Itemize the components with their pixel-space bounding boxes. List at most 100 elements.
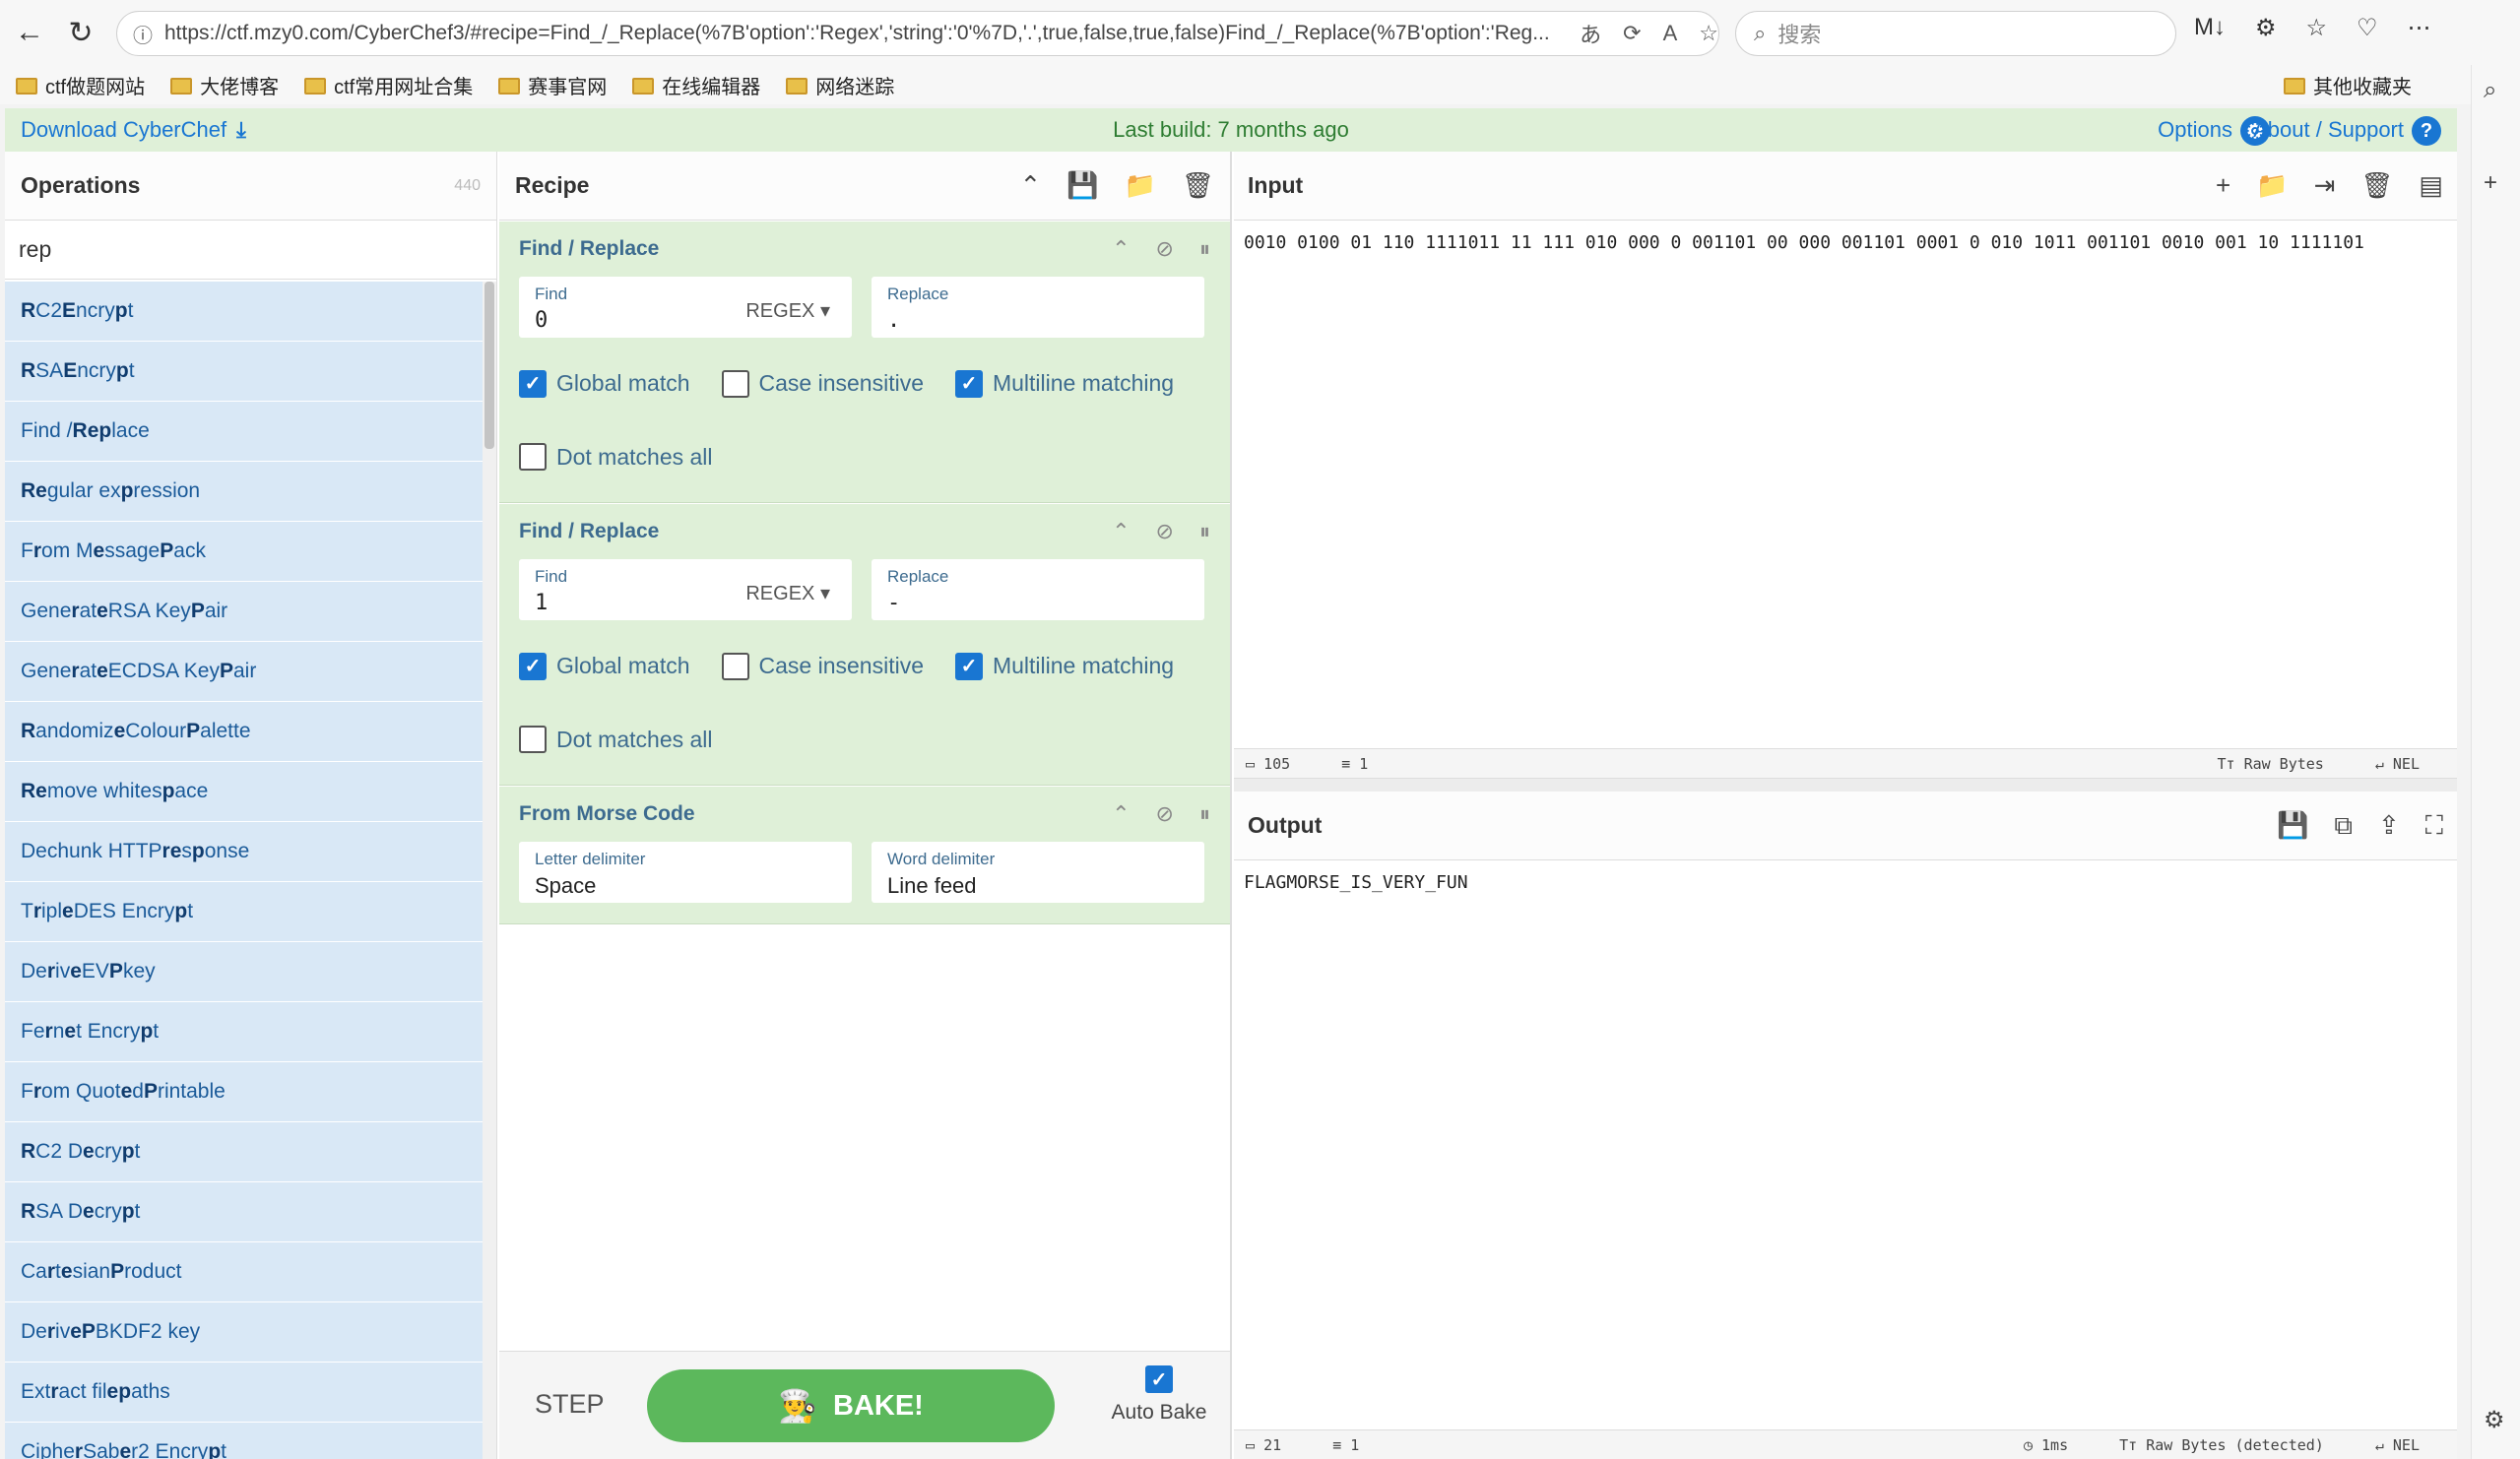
operation-item[interactable]: R C2 De cry p t — [5, 1122, 483, 1182]
operations-search-input[interactable]: rep — [5, 221, 496, 280]
bookmark-folder[interactable]: 网络迷踪 — [786, 71, 894, 99]
operation-item[interactable]: Dechunk HTTP r e s p onse — [5, 822, 483, 882]
letter-delimiter-value[interactable]: Space — [535, 873, 836, 899]
collapse-all-icon[interactable]: ⌃ — [1019, 170, 1041, 201]
operation-item[interactable]: Find / Re p lace — [5, 402, 483, 462]
recipe-op-find-replace-2[interactable]: Find / Replace ⌃ ⊘ ⏸ Find 1 REGEX ▾ Repl… — [499, 504, 1230, 786]
output-eol[interactable]: ↵ NEL — [2375, 1436, 2445, 1454]
disable-op-icon[interactable]: ⊘ — [1156, 519, 1174, 544]
back-icon[interactable]: ← — [4, 7, 55, 58]
input-eol[interactable]: ↵ NEL — [2375, 755, 2445, 773]
output-encoding[interactable]: Tт Raw Bytes (detected) — [2119, 1436, 2350, 1454]
favorites-icon[interactable]: ☆ — [2306, 14, 2328, 42]
download-cyberchef-link[interactable]: Download CyberChef ⤓ — [21, 117, 246, 143]
scrollbar-thumb[interactable] — [485, 282, 494, 449]
operation-item[interactable]: R SA Encry p t — [5, 342, 483, 402]
save-recipe-icon[interactable]: 💾 — [1066, 170, 1098, 201]
io-resize-handle[interactable] — [1234, 778, 2457, 792]
operation-item[interactable]: Ca r t e sian Product — [5, 1242, 483, 1302]
case-insensitive-checkbox[interactable]: Case insensitive — [721, 369, 924, 398]
clear-recipe-icon[interactable]: 🗑 — [1182, 170, 1214, 201]
find-mode-dropdown[interactable]: REGEX ▾ — [745, 581, 830, 605]
dot-matches-all-checkbox[interactable]: Dot matches all — [519, 726, 713, 753]
more-menu-icon[interactable]: ⋯ — [2408, 14, 2431, 42]
read-aloud-icon[interactable]: A — [1663, 21, 1678, 46]
operation-item[interactable]: R SA De cry p t — [5, 1182, 483, 1242]
collapse-op-icon[interactable]: ⌃ — [1112, 801, 1130, 827]
maximize-output-icon[interactable]: ⛶ — [2425, 810, 2443, 842]
clear-input-icon[interactable]: 🗑 — [2360, 170, 2393, 201]
address-url[interactable]: https://ctf.mzy0.com/CyberChef3/#recipe=… — [164, 22, 1558, 45]
replace-value[interactable]: - — [887, 591, 1189, 615]
output-text[interactable]: FLAGMORSE_IS_VERY_FUN — [1234, 860, 2457, 905]
reset-layout-icon[interactable]: ▤ — [2419, 170, 2443, 201]
extensions-icon[interactable]: ⚙ — [2255, 14, 2277, 42]
load-recipe-icon[interactable]: 📁 — [1125, 170, 1156, 201]
browser-search-box[interactable]: ⌕ 搜索 — [1735, 11, 2176, 56]
operation-item[interactable]: Tr ipl e DES Encry p t — [5, 882, 483, 942]
operation-item[interactable]: Fe r n e t Encry p t — [5, 1002, 483, 1062]
bookmark-folder[interactable]: 赛事官网 — [498, 71, 607, 99]
breakpoint-icon[interactable]: ⏸ — [1199, 519, 1210, 544]
operation-item[interactable]: Fr om Quot e d Printable — [5, 1062, 483, 1122]
operation-item[interactable]: R C2 Encry p t — [5, 282, 483, 342]
open-file-icon[interactable]: ⇥ — [2314, 170, 2336, 201]
operation-item[interactable]: Re gular ex p ression — [5, 462, 483, 522]
recipe-op-from-morse[interactable]: From Morse Code ⌃ ⊘ ⏸ Letter delimiter S… — [499, 787, 1230, 924]
letter-delimiter-field[interactable]: Letter delimiter Space — [519, 842, 852, 903]
operation-item[interactable]: Fr om Me ssage Pack — [5, 522, 483, 582]
save-output-icon[interactable]: 💾 — [2277, 810, 2308, 841]
replace-field[interactable]: Replace - — [872, 559, 1204, 620]
step-button[interactable]: STEP — [535, 1389, 605, 1420]
breakpoint-icon[interactable]: ⏸ — [1199, 801, 1210, 827]
translate-icon[interactable]: あ — [1580, 18, 1601, 49]
operation-item[interactable]: De r iv e P BKDF2 key — [5, 1302, 483, 1363]
operations-scrollbar[interactable] — [483, 282, 496, 1459]
bookmark-folder[interactable]: 大佬博客 — [170, 71, 279, 99]
other-bookmarks-folder[interactable]: 其他收藏夹 — [2284, 65, 2412, 104]
collapse-op-icon[interactable]: ⌃ — [1112, 236, 1130, 262]
multiline-checkbox[interactable]: ✓ Multiline matching — [954, 369, 1174, 398]
replace-field[interactable]: Replace . — [872, 277, 1204, 338]
markdown-extension-icon[interactable]: M↓ — [2194, 14, 2226, 42]
recipe-op-find-replace-1[interactable]: Find / Replace ⌃ ⊘ ⏸ Find 0 REGEX ▾ Repl… — [499, 222, 1230, 503]
browser-essentials-icon[interactable]: ♡ — [2357, 14, 2378, 42]
sidebar-settings-icon[interactable]: ⚙ — [2484, 1406, 2505, 1434]
bookmark-folder[interactable]: ctf做题网站 — [16, 71, 145, 99]
operation-item[interactable]: Randomiz e Colour Palette — [5, 702, 483, 762]
address-bar[interactable]: ⓘ https://ctf.mzy0.com/CyberChef3/#recip… — [116, 11, 1719, 56]
breakpoint-icon[interactable]: ⏸ — [1199, 236, 1210, 262]
find-field[interactable]: Find 0 REGEX ▾ — [519, 277, 852, 338]
operation-item[interactable]: Re move whites p ace — [5, 762, 483, 822]
favorite-star-icon[interactable]: ☆ — [1699, 21, 1718, 46]
operation-item[interactable]: Ext r act fil e p aths — [5, 1363, 483, 1423]
case-insensitive-checkbox[interactable]: Case insensitive — [721, 652, 924, 680]
collapse-op-icon[interactable]: ⌃ — [1112, 519, 1130, 544]
open-folder-icon[interactable]: 📁 — [2256, 170, 2288, 201]
about-support-link[interactable]: About / Support? — [2253, 116, 2441, 146]
operation-item[interactable]: De r iv e EV P key — [5, 942, 483, 1002]
find-field[interactable]: Find 1 REGEX ▾ — [519, 559, 852, 620]
global-match-checkbox[interactable]: ✓ Global match — [519, 369, 690, 398]
bake-button[interactable]: 👨‍🍳 BAKE! — [647, 1369, 1055, 1442]
operation-item[interactable]: Ciphe r Sab e r2 Encry p t — [5, 1423, 483, 1459]
global-match-checkbox[interactable]: ✓ Global match — [519, 652, 690, 680]
bookmark-folder[interactable]: ctf常用网址合集 — [304, 71, 473, 99]
input-textarea[interactable]: 0010 0100 01 110 1111011 11 111 010 000 … — [1234, 221, 2457, 265]
copy-output-icon[interactable]: ⧉ — [2334, 810, 2353, 842]
auto-bake-checkbox[interactable]: ✓ Auto Bake — [1100, 1365, 1218, 1425]
add-tab-icon[interactable]: + — [2216, 170, 2230, 201]
bookmark-folder[interactable]: 在线编辑器 — [632, 71, 760, 99]
multiline-checkbox[interactable]: ✓ Multiline matching — [954, 652, 1174, 680]
word-delimiter-value[interactable]: Line feed — [887, 873, 1189, 899]
sidebar-search-icon[interactable]: ⌕ — [2484, 77, 2496, 104]
disable-op-icon[interactable]: ⊘ — [1156, 801, 1174, 827]
find-mode-dropdown[interactable]: REGEX ▾ — [745, 298, 830, 323]
replace-input-icon[interactable]: ⇪ — [2378, 810, 2400, 841]
input-encoding[interactable]: Tт Raw Bytes — [2217, 755, 2349, 773]
replace-value[interactable]: . — [887, 308, 1189, 333]
sidebar-add-icon[interactable]: + — [2484, 169, 2497, 197]
disable-op-icon[interactable]: ⊘ — [1156, 236, 1174, 262]
site-info-icon[interactable]: ⓘ — [133, 20, 153, 48]
dot-matches-all-checkbox[interactable]: Dot matches all — [519, 443, 713, 471]
